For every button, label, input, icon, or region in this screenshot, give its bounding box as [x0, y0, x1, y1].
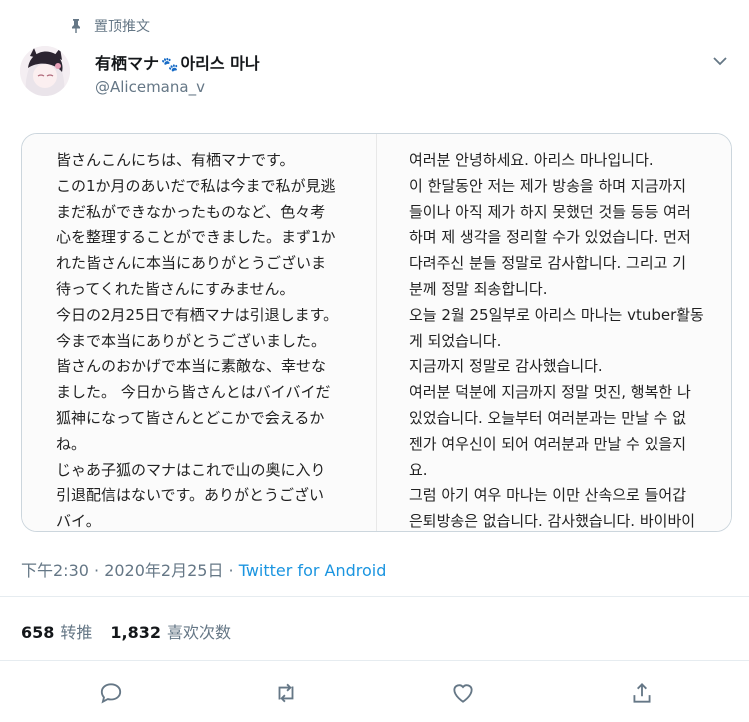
divider	[0, 596, 749, 597]
retweets-stat[interactable]: 658 转推	[21, 619, 92, 643]
japanese-text-line: 狐神になって皆さんとどこかで会えるか	[56, 408, 325, 427]
likes-stat[interactable]: 1,832 喜欢次数	[110, 619, 231, 643]
japanese-text-line: この1か月のあいだで私は今まで私が見逃	[56, 176, 336, 195]
paw-icon: 🐾	[161, 57, 179, 73]
avatar[interactable]	[20, 46, 70, 96]
tweet-timestamp[interactable]: 下午2:30 · 2020年2月25日 ·	[21, 561, 239, 580]
like-icon[interactable]	[450, 680, 476, 706]
author-name-suffix: 아리스 마나	[180, 54, 260, 73]
retweet-icon[interactable]	[273, 680, 299, 706]
pinned-label: 置顶推文	[94, 19, 150, 35]
japanese-text-line: 心を整理することができました。まず1か	[56, 228, 336, 247]
chevron-down-icon[interactable]	[711, 52, 729, 70]
korean-text-line: 여러분 덕분에 지금까지 정말 멋진, 행복한 나	[409, 383, 691, 402]
tweet-source-link[interactable]: Twitter for Android	[239, 561, 387, 580]
korean-text-lines: 여러분 안녕하세요. 아리스 마나입니다. 이 한달동안 저는 제가 방송을 하며…	[409, 148, 704, 531]
korean-text-line: 이 한달동안 저는 제가 방송을 하며 지금까지	[409, 176, 687, 195]
divider	[0, 660, 749, 661]
tweet-meta: 下午2:30 · 2020年2月25日 · Twitter for Androi…	[21, 557, 386, 581]
share-icon[interactable]	[629, 680, 655, 706]
tweet-actions	[0, 680, 749, 710]
avatar-image	[20, 46, 70, 96]
japanese-text-panel: 皆さんこんにちは、有栖マナです。この1か月のあいだで私は今まで私が見逃 まだ私がで…	[22, 134, 376, 531]
reply-icon[interactable]	[98, 680, 124, 706]
korean-text-line: 다려주신 분들 정말로 감사합니다. 그리고 기	[409, 254, 687, 273]
japanese-text-line: 今日の2月25日で有栖マナは引退します。	[56, 305, 339, 324]
author-name[interactable]: 有栖マナ 🐾 아리스 마나	[95, 50, 260, 74]
korean-text-line: 지금까지 정말로 감사했습니다.	[409, 357, 603, 376]
japanese-text-line: バイ。	[56, 512, 101, 531]
author-handle[interactable]: @Alicemana_v	[95, 78, 205, 96]
korean-text-line: 있었습니다. 오늘부터 여러분과는 만날 수 없	[409, 408, 687, 427]
likes-count: 1,832	[110, 623, 162, 642]
korean-text-line: 여러분 안녕하세요. 아리스 마나입니다.	[409, 151, 654, 169]
japanese-text-line: 皆さんのおかげで本当に素敵な、幸せな	[56, 357, 327, 376]
japanese-text-line: れた皆さんに本当にありがとうございま	[56, 254, 327, 273]
japanese-text-line: ました。 今日から皆さんとはバイバイだ	[56, 383, 331, 402]
japanese-text-line: まだ私ができなかったものなど、色々考	[56, 202, 326, 221]
korean-text-line: 그럼 아기 여우 마나는 이만 산속으로 들어갑	[409, 486, 687, 505]
korean-text-line: 분께 정말 죄송합니다.	[409, 279, 548, 298]
korean-text-line: 젠가 여우신이 되어 여러분과 만날 수 있을지	[409, 434, 687, 453]
likes-label: 喜欢次数	[167, 623, 232, 642]
japanese-text-lines: 皆さんこんにちは、有栖マナです。この1か月のあいだで私は今まで私が見逃 まだ私がで…	[56, 148, 338, 531]
japanese-text-line: じゃあ子狐のマナはこれで山の奥に入り	[56, 460, 326, 479]
korean-text-line: 은퇴방송은 없습니다. 감사했습니다. 바이바이	[409, 512, 696, 531]
korean-text-line: 게 되었습니다.	[409, 331, 502, 350]
tweet-image[interactable]: 皆さんこんにちは、有栖マナです。この1か月のあいだで私は今まで私が見逃 まだ私がで…	[21, 133, 732, 532]
korean-text-line: 요.	[409, 460, 428, 479]
tweet-stats: 658 转推 1,832 喜欢次数	[21, 619, 231, 643]
japanese-text-line: 待ってくれた皆さんにすみません。	[56, 279, 295, 298]
japanese-text-line: 引退配信はないです。ありがとうござい	[56, 486, 325, 505]
author-name-text: 有栖マナ	[95, 54, 160, 73]
pinned-indicator: 置顶推文	[68, 14, 150, 38]
japanese-text-line: 皆さんこんにちは、有栖マナです。	[56, 151, 295, 169]
korean-text-panel: 여러분 안녕하세요. 아리스 마나입니다. 이 한달동안 저는 제가 방송을 하며…	[377, 134, 731, 531]
pin-icon	[72, 19, 80, 33]
korean-text-line: 하며 제 생각을 정리할 수가 있었습니다. 먼저	[409, 228, 691, 247]
retweets-count: 658	[21, 623, 55, 642]
retweets-label: 转推	[60, 623, 93, 642]
japanese-text-line: ね。	[56, 434, 87, 453]
korean-text-line: 들이나 아직 제가 하지 못했던 것들 등등 여러	[409, 202, 691, 221]
japanese-text-line: 今まで本当にありがとうございました。	[56, 331, 327, 350]
korean-text-line: 오늘 2월 25일부로 아리스 마나는 vtuber활동	[409, 305, 704, 324]
